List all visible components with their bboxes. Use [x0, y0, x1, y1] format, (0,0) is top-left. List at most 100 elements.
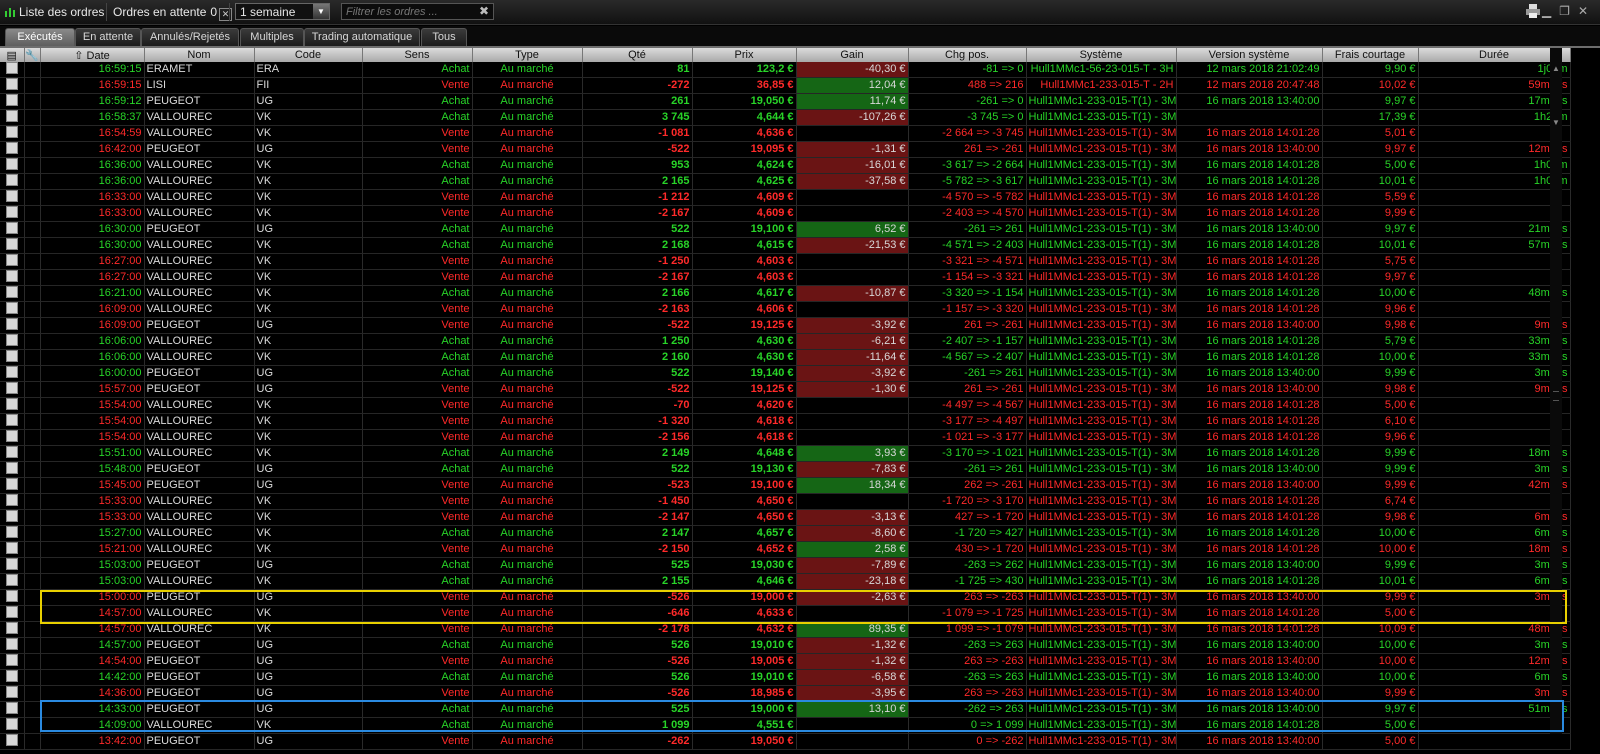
table-row[interactable]: 16:06:00 VALLOUREC VK Achat Au marché 2 160 4,… — [0, 349, 1571, 366]
order-detail-cell[interactable] — [0, 413, 25, 430]
order-detail-cell[interactable] — [0, 429, 25, 446]
order-detail-icon[interactable] — [5, 174, 18, 186]
table-row[interactable]: 15:33:00 VALLOUREC VK Vente Au marché -2 147 4… — [0, 509, 1571, 526]
order-detail-icon[interactable] — [5, 734, 18, 746]
order-detail-cell[interactable] — [0, 557, 25, 574]
order-detail-cell[interactable] — [0, 93, 25, 110]
table-row[interactable]: 14:42:00 PEUGEOT UG Achat Au marché 526 19,010… — [0, 669, 1571, 686]
column-header-sens[interactable]: Sens — [362, 48, 473, 62]
column-header-type[interactable]: Type — [472, 48, 583, 62]
table-row[interactable]: 16:59:15 ERAMET ERA Achat Au marché 81 123,2 €… — [0, 62, 1571, 78]
order-detail-cell[interactable] — [0, 221, 25, 238]
table-row[interactable]: 16:09:00 VALLOUREC VK Vente Au marché -2 163 4… — [0, 301, 1571, 318]
table-row[interactable]: 16:54:59 VALLOUREC VK Vente Au marché -1 081 4… — [0, 125, 1571, 142]
order-detail-cell[interactable] — [0, 525, 25, 542]
order-detail-icon[interactable] — [5, 142, 18, 154]
order-detail-icon[interactable] — [5, 270, 18, 282]
scrollbar-grip[interactable] — [1553, 391, 1559, 401]
chevron-down-icon[interactable]: ▼ — [313, 4, 329, 19]
table-row[interactable]: 15:51:00 VALLOUREC VK Achat Au marché 2 149 4,… — [0, 445, 1571, 462]
minimize-icon[interactable]: ▁ — [1542, 4, 1551, 18]
table-row[interactable]: 14:57:00 VALLOUREC VK Vente Au marché -646 4,6… — [0, 605, 1571, 622]
column-header-prix[interactable]: Prix — [692, 48, 797, 62]
order-detail-icon[interactable] — [5, 574, 18, 586]
tab-annules-rejetes[interactable]: Annulés/Rejetés — [141, 28, 239, 46]
order-detail-icon[interactable] — [5, 382, 18, 394]
order-detail-cell[interactable] — [0, 317, 25, 334]
order-detail-icon[interactable] — [5, 62, 18, 74]
order-detail-icon[interactable] — [5, 110, 18, 122]
order-detail-cell[interactable] — [0, 477, 25, 494]
table-row[interactable]: 15:57:00 PEUGEOT UG Vente Au marché -522 19,12… — [0, 381, 1571, 398]
tab-multiples[interactable]: Multiples — [240, 28, 304, 46]
order-detail-cell[interactable] — [0, 285, 25, 302]
column-header-nom[interactable]: Nom — [144, 48, 255, 62]
tab-en-attente[interactable]: En attente — [75, 28, 141, 46]
vertical-scrollbar[interactable]: ▲ ▼ — [1550, 48, 1562, 734]
order-detail-cell[interactable] — [0, 733, 25, 750]
filter-clear-icon[interactable]: ✖ — [479, 4, 489, 19]
table-row[interactable]: 15:27:00 VALLOUREC VK Achat Au marché 2 147 4,… — [0, 525, 1571, 542]
order-detail-icon[interactable] — [5, 94, 18, 106]
table-row[interactable]: 16:33:00 VALLOUREC VK Vente Au marché -1 212 4… — [0, 189, 1571, 206]
column-header-version-systeme[interactable]: Version système — [1176, 48, 1323, 62]
order-detail-icon[interactable] — [5, 238, 18, 250]
order-detail-cell[interactable] — [0, 157, 25, 174]
table-row[interactable]: 15:54:00 VALLOUREC VK Vente Au marché -70 4,62… — [0, 397, 1571, 414]
order-detail-cell[interactable] — [0, 605, 25, 622]
column-header-frais-courtage[interactable]: Frais courtage — [1322, 48, 1419, 62]
tab-executes[interactable]: Exécutés — [5, 28, 75, 46]
order-detail-icon[interactable] — [5, 334, 18, 346]
order-detail-icon[interactable] — [5, 366, 18, 378]
order-detail-cell[interactable] — [0, 109, 25, 126]
order-detail-cell[interactable] — [0, 397, 25, 414]
table-row[interactable]: 14:36:00 PEUGEOT UG Vente Au marché -526 18,98… — [0, 685, 1571, 702]
order-detail-cell[interactable] — [0, 253, 25, 270]
order-detail-icon[interactable] — [5, 686, 18, 698]
order-detail-icon[interactable] — [5, 190, 18, 202]
pending-orders[interactable]: Ordres en attente 0 ✕ — [113, 5, 233, 21]
order-detail-icon[interactable] — [5, 510, 18, 522]
close-icon[interactable]: ✕ — [1578, 4, 1588, 18]
order-detail-cell[interactable] — [0, 717, 25, 734]
order-detail-cell[interactable] — [0, 301, 25, 318]
filter-input[interactable] — [346, 5, 474, 18]
order-detail-icon[interactable] — [5, 606, 18, 618]
table-row[interactable]: 16:36:00 VALLOUREC VK Achat Au marché 2 165 4,… — [0, 173, 1571, 190]
order-detail-cell[interactable] — [0, 141, 25, 158]
order-detail-cell[interactable] — [0, 365, 25, 382]
order-detail-icon[interactable] — [5, 558, 18, 570]
order-detail-cell[interactable] — [0, 573, 25, 590]
order-detail-icon[interactable] — [5, 654, 18, 666]
order-detail-cell[interactable] — [0, 62, 25, 78]
filter-box[interactable]: ✖ — [341, 3, 494, 20]
order-detail-icon[interactable] — [5, 302, 18, 314]
table-row[interactable]: 16:33:00 VALLOUREC VK Vente Au marché -2 167 4… — [0, 205, 1571, 222]
table-row[interactable]: 16:30:00 VALLOUREC VK Achat Au marché 2 168 4,… — [0, 237, 1571, 254]
table-row[interactable]: 15:54:00 VALLOUREC VK Vente Au marché -2 156 4… — [0, 429, 1571, 446]
order-detail-icon[interactable] — [5, 590, 18, 602]
table-row[interactable]: 15:00:00 PEUGEOT UG Vente Au marché -526 19,00… — [0, 589, 1571, 606]
order-detail-icon[interactable] — [5, 526, 18, 538]
table-row[interactable]: 16:21:00 VALLOUREC VK Achat Au marché 2 166 4,… — [0, 285, 1571, 302]
column-header-systeme[interactable]: Système — [1026, 48, 1177, 62]
column-header-gain[interactable]: Gain — [796, 48, 909, 62]
order-detail-icon[interactable] — [5, 718, 18, 730]
table-row[interactable]: 16:36:00 VALLOUREC VK Achat Au marché 953 4,62… — [0, 157, 1571, 174]
table-row[interactable]: 15:48:00 PEUGEOT UG Achat Au marché 522 19,130… — [0, 461, 1571, 478]
table-row[interactable]: 16:27:00 VALLOUREC VK Vente Au marché -1 250 4… — [0, 253, 1571, 270]
restore-icon[interactable]: ❐ — [1559, 4, 1570, 18]
order-detail-cell[interactable] — [0, 541, 25, 558]
order-detail-icon[interactable] — [5, 430, 18, 442]
table-row[interactable]: 14:33:00 PEUGEOT UG Achat Au marché 525 19,000… — [0, 701, 1571, 718]
order-detail-cell[interactable] — [0, 685, 25, 702]
order-detail-icon[interactable] — [5, 670, 18, 682]
order-detail-icon[interactable] — [5, 222, 18, 234]
order-detail-icon[interactable] — [5, 254, 18, 266]
order-detail-icon[interactable] — [5, 478, 18, 490]
order-detail-cell[interactable] — [0, 589, 25, 606]
column-header-code[interactable]: Code — [254, 48, 363, 62]
column-header-date[interactable]: ⇧ Date — [40, 48, 145, 62]
table-row[interactable]: 16:00:00 PEUGEOT UG Achat Au marché 522 19,140… — [0, 365, 1571, 382]
table-row[interactable]: 15:21:00 VALLOUREC VK Vente Au marché -2 150 4… — [0, 541, 1571, 558]
